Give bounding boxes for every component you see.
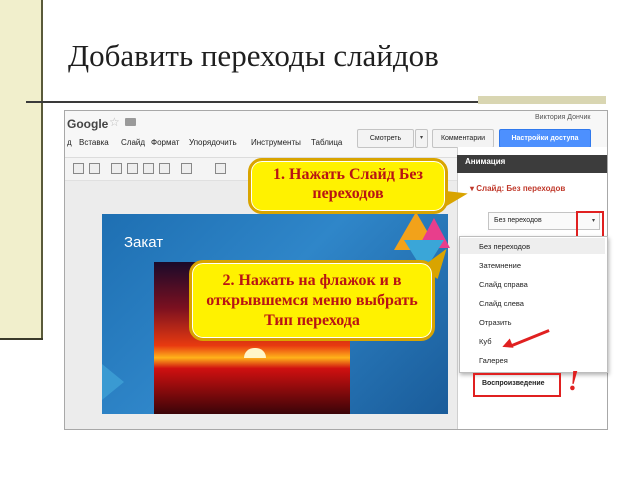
new-slide-icon[interactable]	[73, 163, 84, 174]
dropdown-option-fade[interactable]: Затемнение	[479, 261, 521, 270]
menu-item-insert[interactable]: Вставка	[79, 138, 109, 147]
play-button[interactable]: Воспроизведение	[482, 380, 545, 387]
callout-step-1: 1. Нажать Слайд Без переходов	[248, 158, 448, 214]
menu-item-table[interactable]: Таблица	[311, 138, 342, 147]
present-dropdown-button[interactable]: ▾	[415, 129, 428, 148]
star-icon[interactable]: ☆	[109, 115, 120, 129]
menu-item-file[interactable]: д	[67, 138, 72, 147]
callout-step-2: 2. Нажать на флажок и в открывшемся меню…	[189, 260, 435, 341]
menu-item-format[interactable]: Формат	[151, 138, 179, 147]
account-name[interactable]: Виктория Дончик	[535, 114, 590, 121]
shape-icon[interactable]	[159, 163, 170, 174]
zoom-icon[interactable]	[89, 163, 100, 174]
folder-icon[interactable]	[125, 118, 136, 126]
google-logo[interactable]: Google	[67, 117, 108, 131]
dropdown-option-slide-left[interactable]: Слайд слева	[479, 299, 524, 308]
left-decor-bar	[0, 0, 41, 340]
select-icon[interactable]	[111, 163, 122, 174]
dropdown-option-cube[interactable]: Куб	[479, 337, 492, 346]
dropdown-option-slide-right[interactable]: Слайд справа	[479, 280, 528, 289]
editor-slide-title[interactable]: Закат	[124, 234, 163, 251]
left-decor-bottom-line	[0, 338, 43, 340]
present-button[interactable]: Смотреть	[357, 129, 414, 148]
animation-panel-title: Анимация	[465, 157, 506, 166]
sun-shape	[244, 348, 266, 358]
textbox-icon[interactable]	[127, 163, 138, 174]
title-rule	[26, 101, 478, 103]
slide-title: Добавить переходы слайдов	[68, 38, 439, 73]
dropdown-option-none[interactable]: Без переходов	[479, 242, 530, 251]
menu-item-tools[interactable]: Инструменты	[251, 138, 301, 147]
slide-transition-toggle[interactable]: ▾ Слайд: Без переходов	[470, 184, 565, 193]
dropdown-option-gallery[interactable]: Галерея	[479, 356, 508, 365]
line-icon[interactable]	[181, 163, 192, 174]
decor-triangle-blue	[102, 364, 124, 400]
comments-button[interactable]: Комментарии	[432, 129, 494, 148]
title-rule-accent	[478, 96, 606, 104]
left-decor-line	[41, 0, 43, 340]
share-button[interactable]: Настройки доступа	[499, 129, 591, 148]
image-icon[interactable]	[143, 163, 154, 174]
menu-item-arrange[interactable]: Упорядочить	[189, 138, 237, 147]
menu-item-slide[interactable]: Слайд	[121, 138, 145, 147]
dropdown-option-flip[interactable]: Отразить	[479, 318, 512, 327]
transition-type-value: Без переходов	[494, 217, 542, 224]
comment-icon[interactable]	[215, 163, 226, 174]
exclamation-mark: !	[568, 366, 579, 397]
